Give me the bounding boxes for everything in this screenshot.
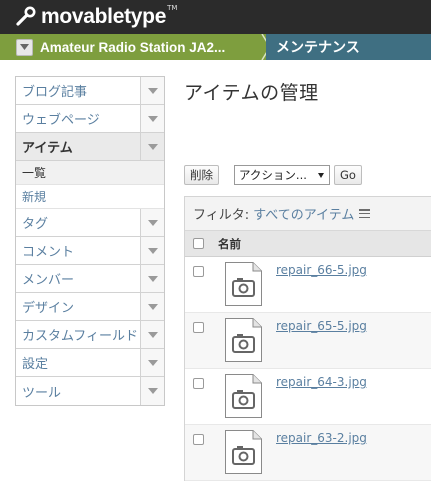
site-menu-button[interactable] [16,38,33,56]
expand-arrow-icon[interactable] [140,265,164,292]
expand-arrow-icon[interactable] [140,237,164,264]
asset-name-link[interactable]: repair_65-5.jpg [276,319,367,333]
table-row: repair_64-3.jpg [185,369,431,425]
name-column-header[interactable]: 名前 [218,236,241,252]
sidebar-item-label: メンバー [22,273,75,288]
sidebar-item-pages[interactable]: ウェブページ [16,105,164,133]
sidebar-item-members[interactable]: メンバー [16,265,164,293]
filter-menu-icon[interactable] [359,209,371,218]
table-row: repair_63-2.jpg [185,425,431,481]
sidebar-item-label: カスタムフィールド [22,329,138,344]
expand-arrow-icon[interactable] [140,377,164,405]
sidebar-subitem-new[interactable]: 新規 [16,185,164,209]
sidebar-item-label: アイテム [22,141,73,156]
select-all-checkbox[interactable] [193,238,204,249]
expand-arrow-icon[interactable] [140,349,164,376]
sidebar-item-assets[interactable]: アイテム [16,133,164,161]
trademark-mark: TM [167,4,178,12]
filter-bar: フィルタ: すべてのアイテム [185,197,431,231]
page-title: アイテムの管理 [184,82,319,104]
sidebar-item-settings[interactable]: 設定 [16,349,164,377]
sidebar-item-entries[interactable]: ブログ記事 [16,77,164,105]
expand-arrow-icon[interactable] [140,77,164,104]
row-checkbox[interactable] [193,266,204,277]
logo-icon [16,6,36,26]
expand-arrow-icon[interactable] [140,133,164,160]
asset-name-link[interactable]: repair_66-5.jpg [276,263,367,277]
brand-part2: type [124,5,167,28]
sidebar-item-comments[interactable]: コメント [16,237,164,265]
row-checkbox[interactable] [193,322,204,333]
row-checkbox[interactable] [193,378,204,389]
sidebar-item-label: ツール [22,385,62,401]
sidebar-menu: ブログ記事 ウェブページ アイテム 一覧 新規 タグ コメント メンバー デザイ… [15,76,165,406]
site-crumb[interactable]: Amateur Radio Station JA2... [0,34,262,60]
app-header: movabletype TM [0,0,431,34]
table-header: 名前 [185,231,431,257]
delete-button[interactable]: 削除 [184,165,219,185]
image-file-icon[interactable] [225,430,262,474]
breadcrumb: Amateur Radio Station JA2... メンテナンス [0,34,431,60]
image-file-icon[interactable] [225,374,262,418]
chevron-down-icon [318,173,324,178]
action-select-value: アクション... [239,168,307,182]
sidebar-item-tools[interactable]: ツール [16,377,164,405]
current-page-crumb: メンテナンス [266,34,431,60]
movabletype-logo[interactable]: movabletype TM [14,4,177,30]
asset-listing: フィルタ: すべてのアイテム 名前 repair_66-5.jpg repair… [184,196,431,481]
filter-label: フィルタ: [193,208,250,223]
sidebar-item-custom-fields[interactable]: カスタムフィールド [16,321,164,349]
sidebar-item-design[interactable]: デザイン [16,293,164,321]
sidebar-item-label: タグ [22,217,49,232]
expand-arrow-icon[interactable] [140,105,164,132]
sidebar-item-label: コメント [22,245,75,260]
sidebar-item-label: デザイン [22,301,75,316]
table-row: repair_65-5.jpg [185,313,431,369]
sidebar-item-label: ブログ記事 [22,85,88,100]
table-row: repair_66-5.jpg [185,257,431,313]
go-button[interactable]: Go [334,165,362,185]
action-select[interactable]: アクション... [234,165,330,185]
filter-value-link[interactable]: すべてのアイテム [253,204,354,223]
image-file-icon[interactable] [225,318,262,362]
sidebar-item-tags[interactable]: タグ [16,209,164,237]
site-name[interactable]: Amateur Radio Station JA2... [40,40,225,55]
list-actions-toolbar: 削除 アクション... Go [184,164,362,186]
brand-name: movabletype [41,5,166,29]
sidebar-subitem-list[interactable]: 一覧 [16,161,164,185]
sidebar-item-label: 設定 [22,357,49,372]
asset-name-link[interactable]: repair_64-3.jpg [276,375,367,389]
image-file-icon[interactable] [225,262,262,306]
expand-arrow-icon[interactable] [140,209,164,236]
chevron-down-icon [20,44,29,50]
asset-name-link[interactable]: repair_63-2.jpg [276,431,367,445]
brand-part1: movable [41,5,125,28]
expand-arrow-icon[interactable] [140,321,164,348]
row-checkbox[interactable] [193,434,204,445]
expand-arrow-icon[interactable] [140,293,164,320]
sidebar-item-label: ウェブページ [22,113,100,128]
